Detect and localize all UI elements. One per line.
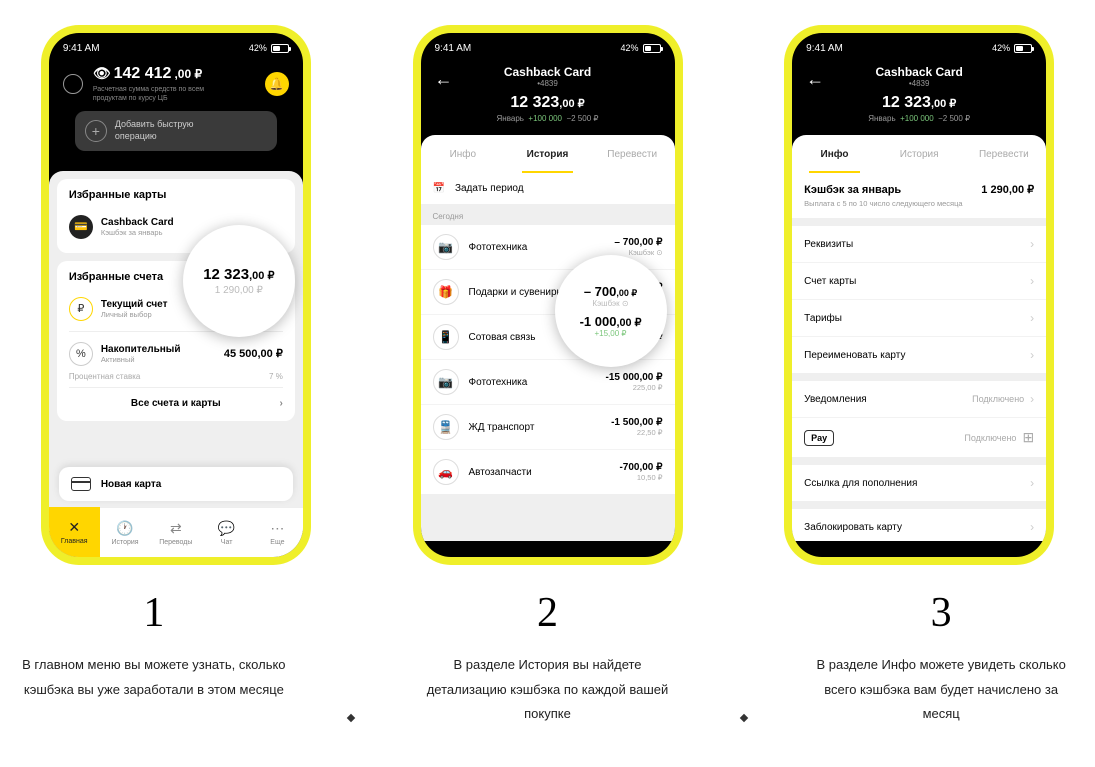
new-card-button[interactable]: Новая карта (59, 467, 293, 501)
tx-icon: 📷 (433, 234, 459, 260)
ruble-icon: ₽ (69, 297, 93, 321)
battery-icon (271, 44, 289, 53)
step-number: 1 (20, 589, 288, 637)
transaction-row[interactable]: 🚗 Автозапчасти -700,00 ₽10,50 ₽ (421, 450, 675, 494)
chevron-right-icon: › (1030, 311, 1034, 325)
chevron-right-icon: › (1030, 476, 1034, 490)
battery-icon (1014, 44, 1032, 53)
tab-bar: ✕Главная 🕐История ⇄Переводы 💬Чат ⋯Еще (49, 507, 303, 557)
reload-icon[interactable] (63, 74, 83, 94)
info-row[interactable]: Счет карты› (792, 263, 1046, 300)
step-text: В разделе История вы найдете детализацию… (414, 653, 682, 727)
total-balance: 142 412 (114, 65, 172, 83)
refill-link-row[interactable]: Ссылка для пополнения › (792, 465, 1046, 501)
tab-info[interactable]: Инфо (421, 135, 506, 173)
tab-history[interactable]: История (877, 135, 962, 173)
divider-diamond (740, 714, 748, 722)
fav-cards-title: Избранные карты (69, 189, 283, 201)
nfc-icon: ⊞ (1022, 429, 1034, 446)
chevron-right-icon: › (1030, 274, 1034, 288)
phone-2: 9:41 AM 42% ← Cashback Card •4839 12 323… (413, 25, 683, 565)
magnifier-transactions: – 700,00 ₽ Кэшбэк ⊙ -1 000,00 ₽ +15,00 ₽ (555, 255, 667, 367)
tab-transfer[interactable]: Перевести (962, 135, 1047, 173)
tab-transfer[interactable]: Перевести (590, 135, 675, 173)
tab-info[interactable]: Инфо (792, 135, 877, 173)
add-quick-operation[interactable]: + Добавить быструю операцию (75, 111, 277, 150)
calendar-icon: 📅 (433, 183, 445, 194)
tab-home[interactable]: ✕Главная (49, 507, 100, 557)
transaction-row[interactable]: 🚆 ЖД транспорт -1 500,00 ₽22,50 ₽ (421, 405, 675, 450)
tab-history[interactable]: 🕐История (100, 508, 151, 557)
phone-3: 9:41 AM 42% ← Cashback Card •4839 12 323… (784, 25, 1054, 565)
phone-1: 9:41 AM 42% 👁 142 412,00 ₽ (41, 25, 311, 565)
set-period[interactable]: 📅 Задать период (421, 173, 675, 204)
percent-icon: % (69, 342, 93, 366)
back-arrow-icon[interactable]: ← (806, 69, 824, 90)
cashback-summary: Кэшбэк за январь 1 290,00 ₽ Выплата с 5 … (792, 173, 1046, 218)
step-text: В разделе Инфо можете увидеть сколько вс… (807, 653, 1075, 727)
card-title: Cashback Card (435, 65, 661, 79)
step-number: 3 (807, 589, 1075, 637)
apple-pay-row[interactable]: Pay Подключено⊞ (792, 418, 1046, 457)
chevron-right-icon: › (1030, 237, 1034, 251)
account-row-savings[interactable]: % Накопительный Активный 45 500,00 ₽ (69, 338, 283, 370)
tx-icon: 📱 (433, 324, 459, 350)
tx-icon: 📷 (433, 369, 459, 395)
info-row[interactable]: Переименовать карту› (792, 337, 1046, 373)
balance-subtitle: Расчетная сумма средств по всем продукта… (93, 85, 204, 103)
chevron-right-icon: › (1030, 392, 1034, 406)
card-icon (71, 477, 91, 491)
block-card-row[interactable]: Заблокировать карту › (792, 509, 1046, 541)
eye-icon[interactable]: 👁 (93, 65, 111, 82)
tab-transfers[interactable]: ⇄Переводы (150, 508, 201, 557)
battery-pct: 42% (249, 43, 267, 53)
info-row[interactable]: Тарифы› (792, 300, 1046, 337)
tx-icon: 🎁 (433, 279, 459, 305)
divider-diamond (346, 714, 354, 722)
tx-icon: 🚆 (433, 414, 459, 440)
step-text: В главном меню вы можете узнать, сколько… (20, 653, 288, 702)
status-time: 9:41 AM (63, 43, 100, 54)
all-accounts-link[interactable]: Все счета и карты › (69, 387, 283, 411)
tab-chat[interactable]: 💬Чат (201, 508, 252, 557)
section-today: Сегодня (421, 204, 675, 225)
chevron-right-icon: › (1030, 348, 1034, 362)
magnifier-balance: 12 323,00 ₽ 1 290,00 ₽ (183, 225, 295, 337)
back-arrow-icon[interactable]: ← (435, 69, 453, 90)
notifications-row[interactable]: Уведомления Подключено› (792, 381, 1046, 418)
step-number: 2 (414, 589, 682, 637)
bell-icon[interactable]: 🔔 (265, 72, 289, 96)
battery-icon (643, 44, 661, 53)
info-row[interactable]: Реквизиты› (792, 226, 1046, 263)
tab-more[interactable]: ⋯Еще (252, 508, 303, 557)
cashback-card-icon: 💳 (69, 215, 93, 239)
chevron-right-icon: › (279, 398, 282, 409)
transaction-row[interactable]: 📷 Фототехника -15 000,00 ₽225,00 ₽ (421, 360, 675, 405)
plus-icon: + (85, 120, 107, 142)
tab-history[interactable]: История (505, 135, 590, 173)
tx-icon: 🚗 (433, 459, 459, 485)
apple-pay-icon: Pay (804, 430, 834, 446)
chevron-right-icon: › (1030, 520, 1034, 534)
